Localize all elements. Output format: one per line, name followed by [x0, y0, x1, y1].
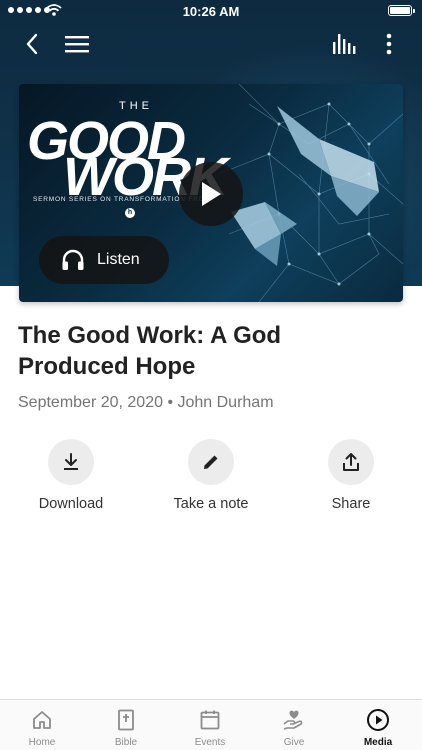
- listen-label: Listen: [97, 251, 140, 268]
- bible-icon: [118, 709, 134, 731]
- tab-home-label: Home: [28, 737, 56, 748]
- menu-button[interactable]: [59, 26, 95, 62]
- take-a-note-button[interactable]: Take a note: [156, 439, 266, 512]
- more-options-button[interactable]: [371, 26, 407, 62]
- share-label: Share: [331, 496, 371, 512]
- tab-media-label: Media: [363, 737, 393, 748]
- chevron-left-icon: [26, 33, 38, 55]
- tab-home[interactable]: Home: [0, 700, 84, 750]
- tab-bible-label: Bible: [114, 737, 138, 748]
- tab-give-label: Give: [283, 737, 305, 748]
- home-icon: [33, 711, 51, 729]
- download-icon: [64, 453, 78, 470]
- play-icon: [202, 182, 221, 206]
- take-a-note-circle: [188, 439, 234, 485]
- status-bar: 10:26 AM: [0, 0, 422, 22]
- bottom-tab-bar: Home Bible Events Give Media: [0, 699, 422, 750]
- download-button[interactable]: Download: [16, 439, 126, 512]
- play-circle-icon: [367, 709, 389, 731]
- share-circle: [328, 439, 374, 485]
- pencil-icon: [204, 455, 218, 469]
- tab-events-label: Events: [194, 737, 226, 748]
- tab-media[interactable]: Media: [336, 700, 420, 750]
- give-hand-icon: [283, 710, 303, 730]
- more-vertical-icon: [386, 33, 392, 55]
- tab-give[interactable]: Give: [252, 700, 336, 750]
- share-button[interactable]: Share: [296, 439, 406, 512]
- battery-icon: [388, 5, 415, 16]
- sermon-artwork[interactable]: THE GOOD WORK SERMON SERIES ON TRANSFORM…: [19, 84, 403, 302]
- audio-bars-icon: [333, 34, 356, 54]
- download-label: Download: [38, 496, 104, 512]
- back-button[interactable]: [14, 26, 50, 62]
- tab-bible[interactable]: Bible: [84, 700, 168, 750]
- listen-button[interactable]: Listen: [39, 236, 169, 284]
- sermon-date-speaker: September 20, 2020 • John Durham: [18, 394, 274, 411]
- status-time: 10:26 AM: [182, 4, 240, 19]
- top-nav: [0, 26, 422, 62]
- headphones-icon: [62, 249, 84, 270]
- audio-button[interactable]: [327, 26, 363, 62]
- calendar-icon: [200, 710, 220, 730]
- take-a-note-label: Take a note: [173, 496, 249, 512]
- share-icon: [343, 453, 359, 471]
- sermon-title: The Good Work: A God Produced Hope: [18, 322, 282, 380]
- tab-events[interactable]: Events: [168, 700, 252, 750]
- play-button[interactable]: [179, 162, 243, 226]
- church-logo-icon: h: [125, 208, 135, 218]
- hamburger-menu-icon: [65, 36, 89, 53]
- download-circle: [48, 439, 94, 485]
